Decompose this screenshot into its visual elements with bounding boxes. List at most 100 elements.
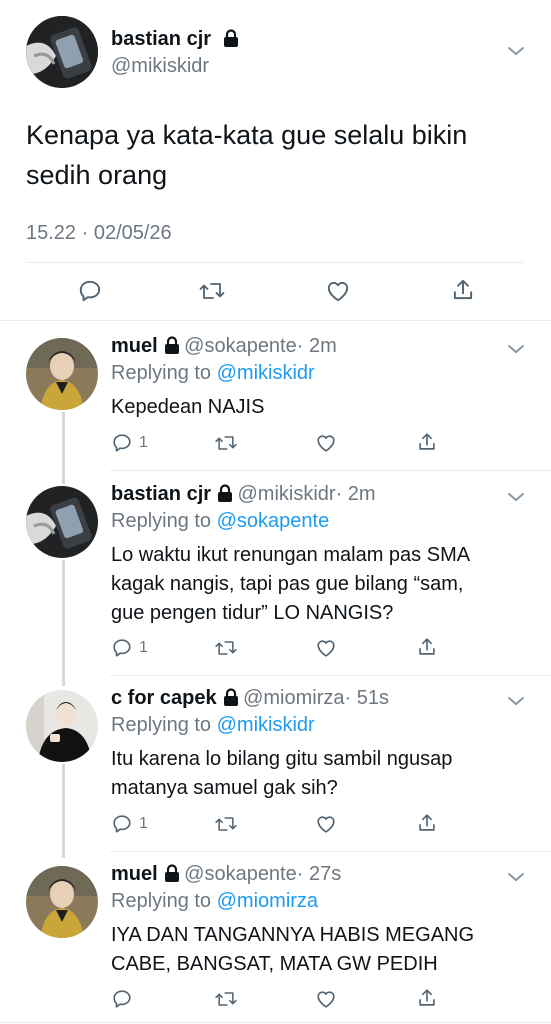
share-icon xyxy=(419,989,435,1006)
reply-button[interactable]: 1 xyxy=(111,432,148,454)
reply-text-line: gue pengen tidur” LO NANGIS? xyxy=(111,602,394,624)
avatar[interactable] xyxy=(26,866,98,938)
lock-icon xyxy=(164,336,180,359)
chevron-down-icon[interactable] xyxy=(507,870,525,888)
retweet-button[interactable] xyxy=(214,813,238,835)
retweet-icon xyxy=(215,817,237,831)
thread-line xyxy=(62,412,65,484)
like-button[interactable] xyxy=(315,432,337,454)
author-handle[interactable]: @sokapente xyxy=(184,863,297,885)
reply-icon xyxy=(113,434,131,452)
divider xyxy=(26,262,524,263)
reply-text-line: Kepedean NAJIS xyxy=(111,396,265,418)
reply-count: 1 xyxy=(139,815,148,832)
reply-button[interactable] xyxy=(111,988,139,1010)
chevron-down-icon[interactable] xyxy=(507,342,525,360)
share-icon xyxy=(453,279,473,300)
heart-icon xyxy=(317,991,335,1008)
retweet-icon xyxy=(215,641,237,655)
reply-text-line: Itu karena lo bilang gitu sambil ngusap xyxy=(111,748,453,770)
tweet-time[interactable]: · 27s xyxy=(297,863,341,885)
replying-label: Replying to xyxy=(111,714,212,736)
author-name[interactable]: muel xyxy=(111,863,158,885)
author-handle[interactable]: @sokapente xyxy=(184,335,297,357)
retweet-button[interactable] xyxy=(214,432,238,454)
replying-to-link[interactable]: @mikiskidr xyxy=(217,714,315,736)
retweet-icon xyxy=(215,992,237,1006)
like-button[interactable] xyxy=(315,637,337,659)
reply-text-line: Lo waktu ikut renungan malam pas SMA xyxy=(111,544,471,566)
reply-icon xyxy=(113,639,131,657)
reply-count: 1 xyxy=(139,434,148,451)
tweet-time[interactable]: · 2m xyxy=(336,483,376,505)
author-handle[interactable]: @miomirza xyxy=(243,687,344,709)
reply-button[interactable]: 1 xyxy=(111,637,148,659)
reply-text-line: kagak nangis, tapi pas gue bilang “sam, xyxy=(111,573,464,595)
replying-to-link[interactable]: @mikiskidr xyxy=(217,362,315,384)
share-icon xyxy=(419,433,435,450)
share-button[interactable] xyxy=(416,636,438,658)
retweet-icon xyxy=(215,436,237,450)
chevron-down-icon[interactable] xyxy=(507,694,525,712)
heart-icon xyxy=(327,281,349,302)
replying-label: Replying to xyxy=(111,510,212,532)
lock-icon xyxy=(223,29,239,53)
author-name[interactable]: muel xyxy=(111,335,158,357)
reply-text-line: CABE, BANGSAT, MATA GW PEDIH xyxy=(111,953,438,975)
heart-icon xyxy=(317,816,335,833)
share-button[interactable] xyxy=(416,431,438,453)
share-button[interactable] xyxy=(416,812,438,834)
replying-label: Replying to xyxy=(111,362,212,384)
share-icon xyxy=(419,638,435,655)
reply-icon xyxy=(79,280,101,302)
divider xyxy=(0,320,551,321)
divider xyxy=(110,470,551,471)
avatar[interactable] xyxy=(26,16,98,88)
reply-count: 1 xyxy=(139,639,148,656)
like-button[interactable] xyxy=(325,278,351,304)
reply-icon xyxy=(113,990,131,1008)
divider xyxy=(0,1022,551,1023)
thread-line xyxy=(62,560,65,686)
lock-icon xyxy=(217,484,233,507)
author-name[interactable]: c for capek xyxy=(111,687,217,709)
thread-line xyxy=(62,764,65,858)
divider xyxy=(110,675,551,676)
tweet-text-line: sedih orang xyxy=(26,160,168,190)
retweet-icon xyxy=(199,283,225,299)
author-handle[interactable]: @mikiskidr xyxy=(111,55,209,78)
reply-button[interactable]: 1 xyxy=(111,813,148,835)
author-handle[interactable]: @mikiskidr xyxy=(238,483,336,505)
share-button[interactable] xyxy=(416,987,438,1009)
replying-to-link[interactable]: @sokapente xyxy=(217,510,330,532)
share-icon xyxy=(419,814,435,831)
divider xyxy=(110,851,551,852)
share-button[interactable] xyxy=(450,277,476,303)
lock-icon xyxy=(223,688,239,711)
reply-icon xyxy=(113,815,131,833)
reply-text-line: IYA DAN TANGANNYA HABIS MEGANG xyxy=(111,924,475,946)
reply-button[interactable] xyxy=(77,278,103,304)
author-name[interactable]: bastian cjr xyxy=(111,483,211,505)
tweet-time[interactable]: · 51s xyxy=(344,687,388,709)
avatar[interactable] xyxy=(26,338,98,410)
avatar[interactable] xyxy=(26,486,98,558)
tweet-timestamp[interactable]: 15.22 · 02/05/26 xyxy=(26,222,172,245)
chevron-down-icon[interactable] xyxy=(507,490,525,508)
replying-to-link[interactable]: @miomirza xyxy=(217,890,318,912)
heart-icon xyxy=(317,435,335,452)
avatar[interactable] xyxy=(26,690,98,762)
chevron-down-icon[interactable] xyxy=(507,44,525,62)
like-button[interactable] xyxy=(315,988,337,1010)
retweet-button[interactable] xyxy=(198,278,226,304)
like-button[interactable] xyxy=(315,813,337,835)
retweet-button[interactable] xyxy=(214,988,238,1010)
author-name[interactable]: bastian cjr xyxy=(111,28,211,50)
tweet-time[interactable]: · 2m xyxy=(297,335,337,357)
tweet-text-line: Kenapa ya kata-kata gue selalu bikin xyxy=(26,120,468,150)
replying-label: Replying to xyxy=(111,890,212,912)
reply-text-line: matanya samuel gak sih? xyxy=(111,777,338,799)
retweet-button[interactable] xyxy=(214,637,238,659)
heart-icon xyxy=(317,640,335,657)
lock-icon xyxy=(164,864,180,887)
